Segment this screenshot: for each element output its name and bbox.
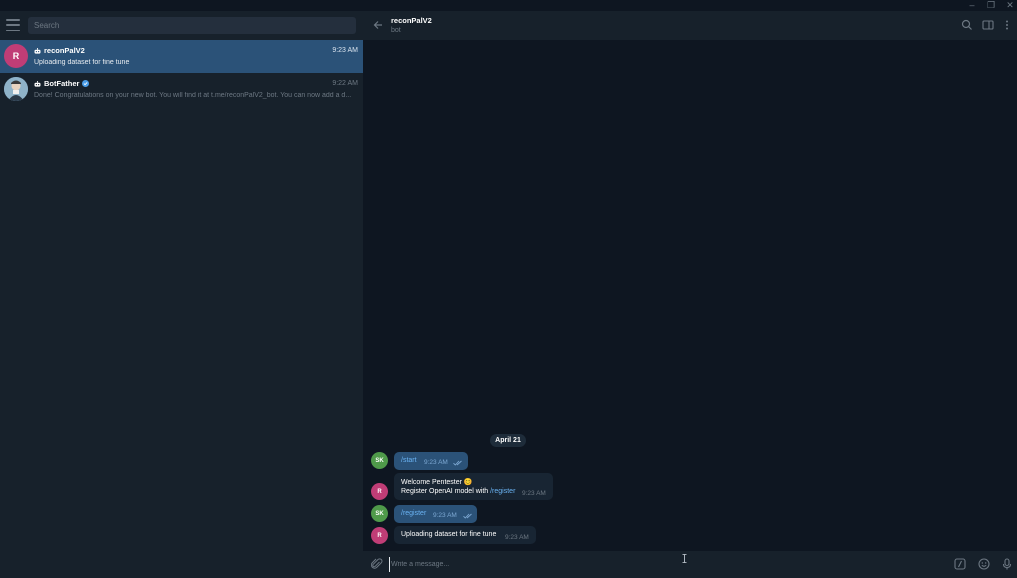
message-bubble[interactable]: Welcome Pentester 😊 Register OpenAI mode… [394,473,553,500]
message-time: 9:23 AM [522,490,546,497]
close-window-button[interactable]: ✕ [1001,0,1017,11]
message-time: 9:23 AM [424,459,448,466]
double-check-icon [453,460,462,466]
chat-panel: reconPalV2 bot April 21 SK /start 9:23 A… [363,11,1017,578]
botfather-avatar-image [4,77,28,101]
date-separator: April 21 [490,434,526,447]
message-time: 9:23 AM [505,534,529,541]
hamburger-menu-icon[interactable] [6,19,20,31]
chat-time: 9:22 AM [332,80,358,87]
more-options-icon[interactable] [1001,19,1013,31]
verified-badge-icon [82,80,90,87]
sender-avatar[interactable]: R [371,483,388,500]
chat-preview: Done! Congratulations on your new bot. Y… [34,92,352,99]
avatar [4,77,28,101]
message-bubble[interactable]: /start 9:23 AM [394,452,468,470]
chat-title: BotFather [34,79,90,88]
text-cursor-icon [682,554,687,563]
chat-name: BotFather [44,79,80,88]
double-check-icon [463,513,472,519]
avatar: R [4,44,28,68]
chat-item-botfather[interactable]: BotFather 9:22 AM Done! Congratulations … [0,73,363,106]
emoji-icon[interactable] [978,558,990,570]
message-bubble[interactable]: Uploading dataset for fine tune 9:23 AM [394,526,536,544]
message-text: Welcome Pentester 😊 [401,479,473,486]
message-composer [363,551,1017,578]
message-bubble[interactable]: /register 9:23 AM [394,505,477,523]
chat-list-sidebar: R reconPalV2 9:23 AM Uploading dataset f… [0,11,363,578]
chat-title: reconPalV2 [34,46,85,55]
message-input[interactable] [389,557,951,572]
bot-commands-icon[interactable] [954,558,966,570]
search-input[interactable] [28,17,356,34]
search-icon[interactable] [961,19,973,31]
peer-status: bot [391,27,401,34]
chat-name: reconPalV2 [44,46,85,55]
chat-time: 9:23 AM [332,47,358,54]
sender-avatar[interactable]: SK [371,505,388,522]
microphone-icon[interactable] [1001,558,1013,570]
message-text: Register OpenAI model with /register [401,488,516,495]
command-link[interactable]: /start [401,457,417,464]
back-arrow-icon[interactable] [372,19,384,31]
command-link[interactable]: /register [490,488,515,495]
chat-item-reconpalv2[interactable]: R reconPalV2 9:23 AM Uploading dataset f… [0,40,363,73]
bot-icon [34,80,41,87]
sender-avatar[interactable]: R [371,527,388,544]
title-bar: – ❐ ✕ [0,0,1017,11]
minimize-button[interactable]: – [963,0,981,11]
maximize-button[interactable]: ❐ [982,0,1000,11]
sender-avatar[interactable]: SK [371,452,388,469]
message-time: 9:23 AM [433,512,457,519]
bot-icon [34,47,41,54]
command-link[interactable]: /register [401,510,426,517]
paperclip-icon[interactable] [371,558,383,570]
peer-name[interactable]: reconPalV2 [391,16,432,25]
message-text: Uploading dataset for fine tune [401,531,497,538]
chat-header: reconPalV2 bot [363,11,1017,40]
sidebar-toggle-icon[interactable] [982,19,994,31]
chat-preview: Uploading dataset for fine tune [34,59,130,66]
